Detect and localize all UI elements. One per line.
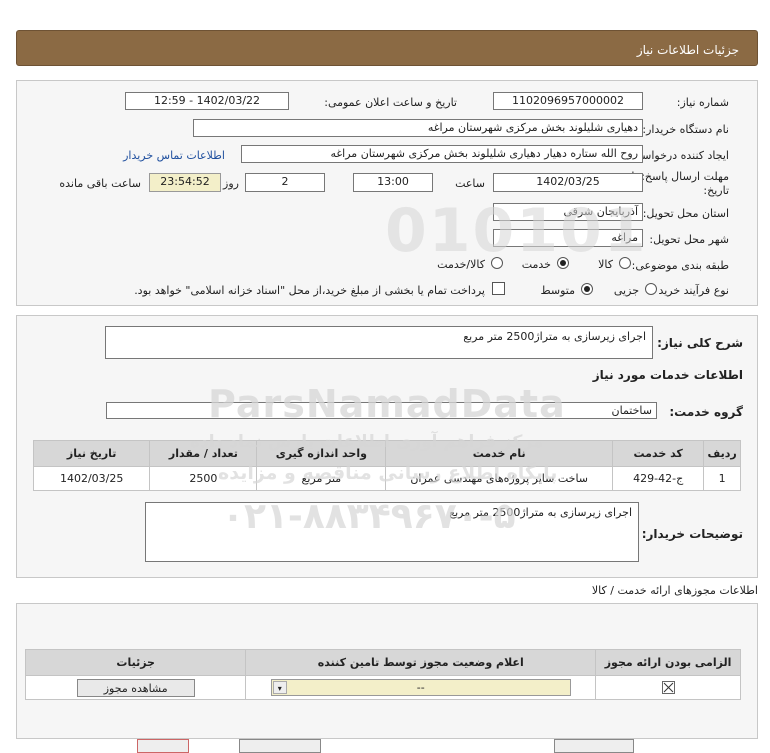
cell-row: 1 xyxy=(703,466,741,491)
category-goods-service-radio[interactable] xyxy=(491,257,503,269)
cell-required xyxy=(595,675,741,700)
view-permit-button[interactable]: مشاهده مجوز xyxy=(76,678,195,697)
chevron-down-icon[interactable]: ▾ xyxy=(272,681,287,694)
time-label: ساعت xyxy=(455,177,485,190)
need-details-panel: شماره نیاز: 1102096957000002 تاریخ و ساع… xyxy=(16,80,758,306)
summary-field: اجرای زیرسازی به متراژ2500 متر مربع xyxy=(105,326,653,359)
table-row: 1 ج-42-429 ساخت سایر پروژه‌های مهندسی عم… xyxy=(32,466,741,491)
permits-section: الزامی بودن ارائه مجوز اعلام وضعیت مجوز … xyxy=(16,603,758,739)
cell-status: -- ▾ xyxy=(245,675,597,700)
summary-section: شرح کلی نیاز: اجرای زیرسازی به متراژ2500… xyxy=(16,315,758,578)
cell-details: مشاهده مجوز xyxy=(24,675,247,700)
cell-unit: متر مربع xyxy=(256,466,387,491)
category-goods-label: کالا xyxy=(598,258,613,271)
process-label: نوع فرآیند خرید : xyxy=(651,284,729,297)
col-details: جزئیات xyxy=(24,649,247,676)
services-table-header: ردیف کد خدمت نام خدمت واحد اندازه گیری ت… xyxy=(32,440,741,467)
col-date: تاریخ نیاز xyxy=(32,440,151,467)
announce-label: تاریخ و ساعت اعلان عمومی: xyxy=(324,96,457,109)
page-header: جزئیات اطلاعات نیاز xyxy=(16,30,758,66)
deadline-label: مهلت ارسال پاسخ: تا xyxy=(631,170,729,183)
permit-status-select[interactable]: -- ▾ xyxy=(270,679,571,696)
need-number-label: شماره نیاز: xyxy=(676,96,729,109)
province-label: استان محل تحویل: xyxy=(642,207,729,220)
service-group-label: گروه خدمت: xyxy=(669,405,743,419)
services-table: ردیف کد خدمت نام خدمت واحد اندازه گیری ت… xyxy=(32,440,741,491)
need-number-field: 1102096957000002 xyxy=(493,92,643,110)
required-checkbox-icon xyxy=(661,681,675,695)
table-row: -- ▾ مشاهده مجوز xyxy=(24,675,741,700)
cell-date: 1402/03/25 xyxy=(32,466,151,491)
buyer-notes-label: توضیحات خریدار: xyxy=(641,527,743,541)
days-field: 2 xyxy=(245,173,325,192)
bottom-button-2[interactable] xyxy=(239,739,321,753)
process-medium-label: متوسط xyxy=(540,284,575,297)
service-group-field: ساختمان xyxy=(106,402,657,419)
col-required: الزامی بودن ارائه مجوز xyxy=(595,649,741,676)
col-status: اعلام وضعیت مجوز توسط تامین کننده xyxy=(245,649,597,676)
treasury-payment-note: پرداخت تمام یا بخشی از مبلغ خرید،از محل … xyxy=(134,284,485,297)
col-name: نام خدمت xyxy=(385,440,614,467)
category-service-radio[interactable] xyxy=(557,257,569,269)
col-unit: واحد اندازه گیری xyxy=(256,440,387,467)
summary-label: شرح کلی نیاز: xyxy=(657,336,743,350)
category-label: طبقه بندی موضوعی: xyxy=(631,259,729,272)
category-goods-radio[interactable] xyxy=(619,257,631,269)
col-row: ردیف xyxy=(703,440,741,467)
services-title: اطلاعات خدمات مورد نیاز xyxy=(592,368,743,382)
cell-code: ج-42-429 xyxy=(612,466,705,491)
permits-title: اطلاعات مجوزهای ارائه خدمت / کالا xyxy=(591,584,758,597)
announce-field: 1402/03/22 - 12:59 xyxy=(125,92,289,110)
category-service-label: خدمت xyxy=(521,258,551,271)
deadline-date-field: 1402/03/25 xyxy=(493,173,643,192)
permits-table-header: الزامی بودن ارائه مجوز اعلام وضعیت مجوز … xyxy=(24,649,741,676)
category-goods-service-label: کالا/خدمت xyxy=(437,258,485,271)
treasury-payment-checkbox[interactable] xyxy=(492,282,505,295)
permits-table: الزامی بودن ارائه مجوز اعلام وضعیت مجوز … xyxy=(24,649,741,700)
province-field: آذربایجان شرقی xyxy=(493,203,643,221)
bottom-button-3[interactable] xyxy=(554,739,634,753)
bottom-button-1[interactable] xyxy=(137,739,189,753)
creator-field: روح الله ستاره دهیار دهیاری شلیلوند بخش … xyxy=(241,145,643,163)
process-medium-radio[interactable] xyxy=(581,283,593,295)
process-partial-label: جزیی xyxy=(613,284,639,297)
process-partial-radio[interactable] xyxy=(645,283,657,295)
buyer-org-label: نام دستگاه خریدار: xyxy=(642,123,729,136)
deadline-label-2: تاریخ: xyxy=(703,184,729,197)
col-qty: تعداد / مقدار xyxy=(149,440,258,467)
page-title: جزئیات اطلاعات نیاز xyxy=(636,43,739,57)
deadline-time-field: 13:00 xyxy=(353,173,433,192)
cell-qty: 2500 xyxy=(149,466,258,491)
cell-name: ساخت سایر پروژه‌های مهندسی عمران xyxy=(385,466,614,491)
buyer-contact-link[interactable]: اطلاعات تماس خریدار xyxy=(123,149,225,162)
permit-status-value: -- xyxy=(416,681,425,694)
buyer-notes-field: اجرای زیرسازی به متراژ2500 متر مربع xyxy=(145,502,639,562)
remaining-label: ساعت باقی مانده xyxy=(59,177,141,190)
col-code: کد خدمت xyxy=(612,440,705,467)
buyer-org-field: دهیاری شلیلوند بخش مرکزی شهرستان مراغه xyxy=(193,119,643,137)
city-label: شهر محل تحویل: xyxy=(649,233,729,246)
remaining-time-field: 23:54:52 xyxy=(149,173,221,192)
city-field: مراغه xyxy=(493,229,643,247)
